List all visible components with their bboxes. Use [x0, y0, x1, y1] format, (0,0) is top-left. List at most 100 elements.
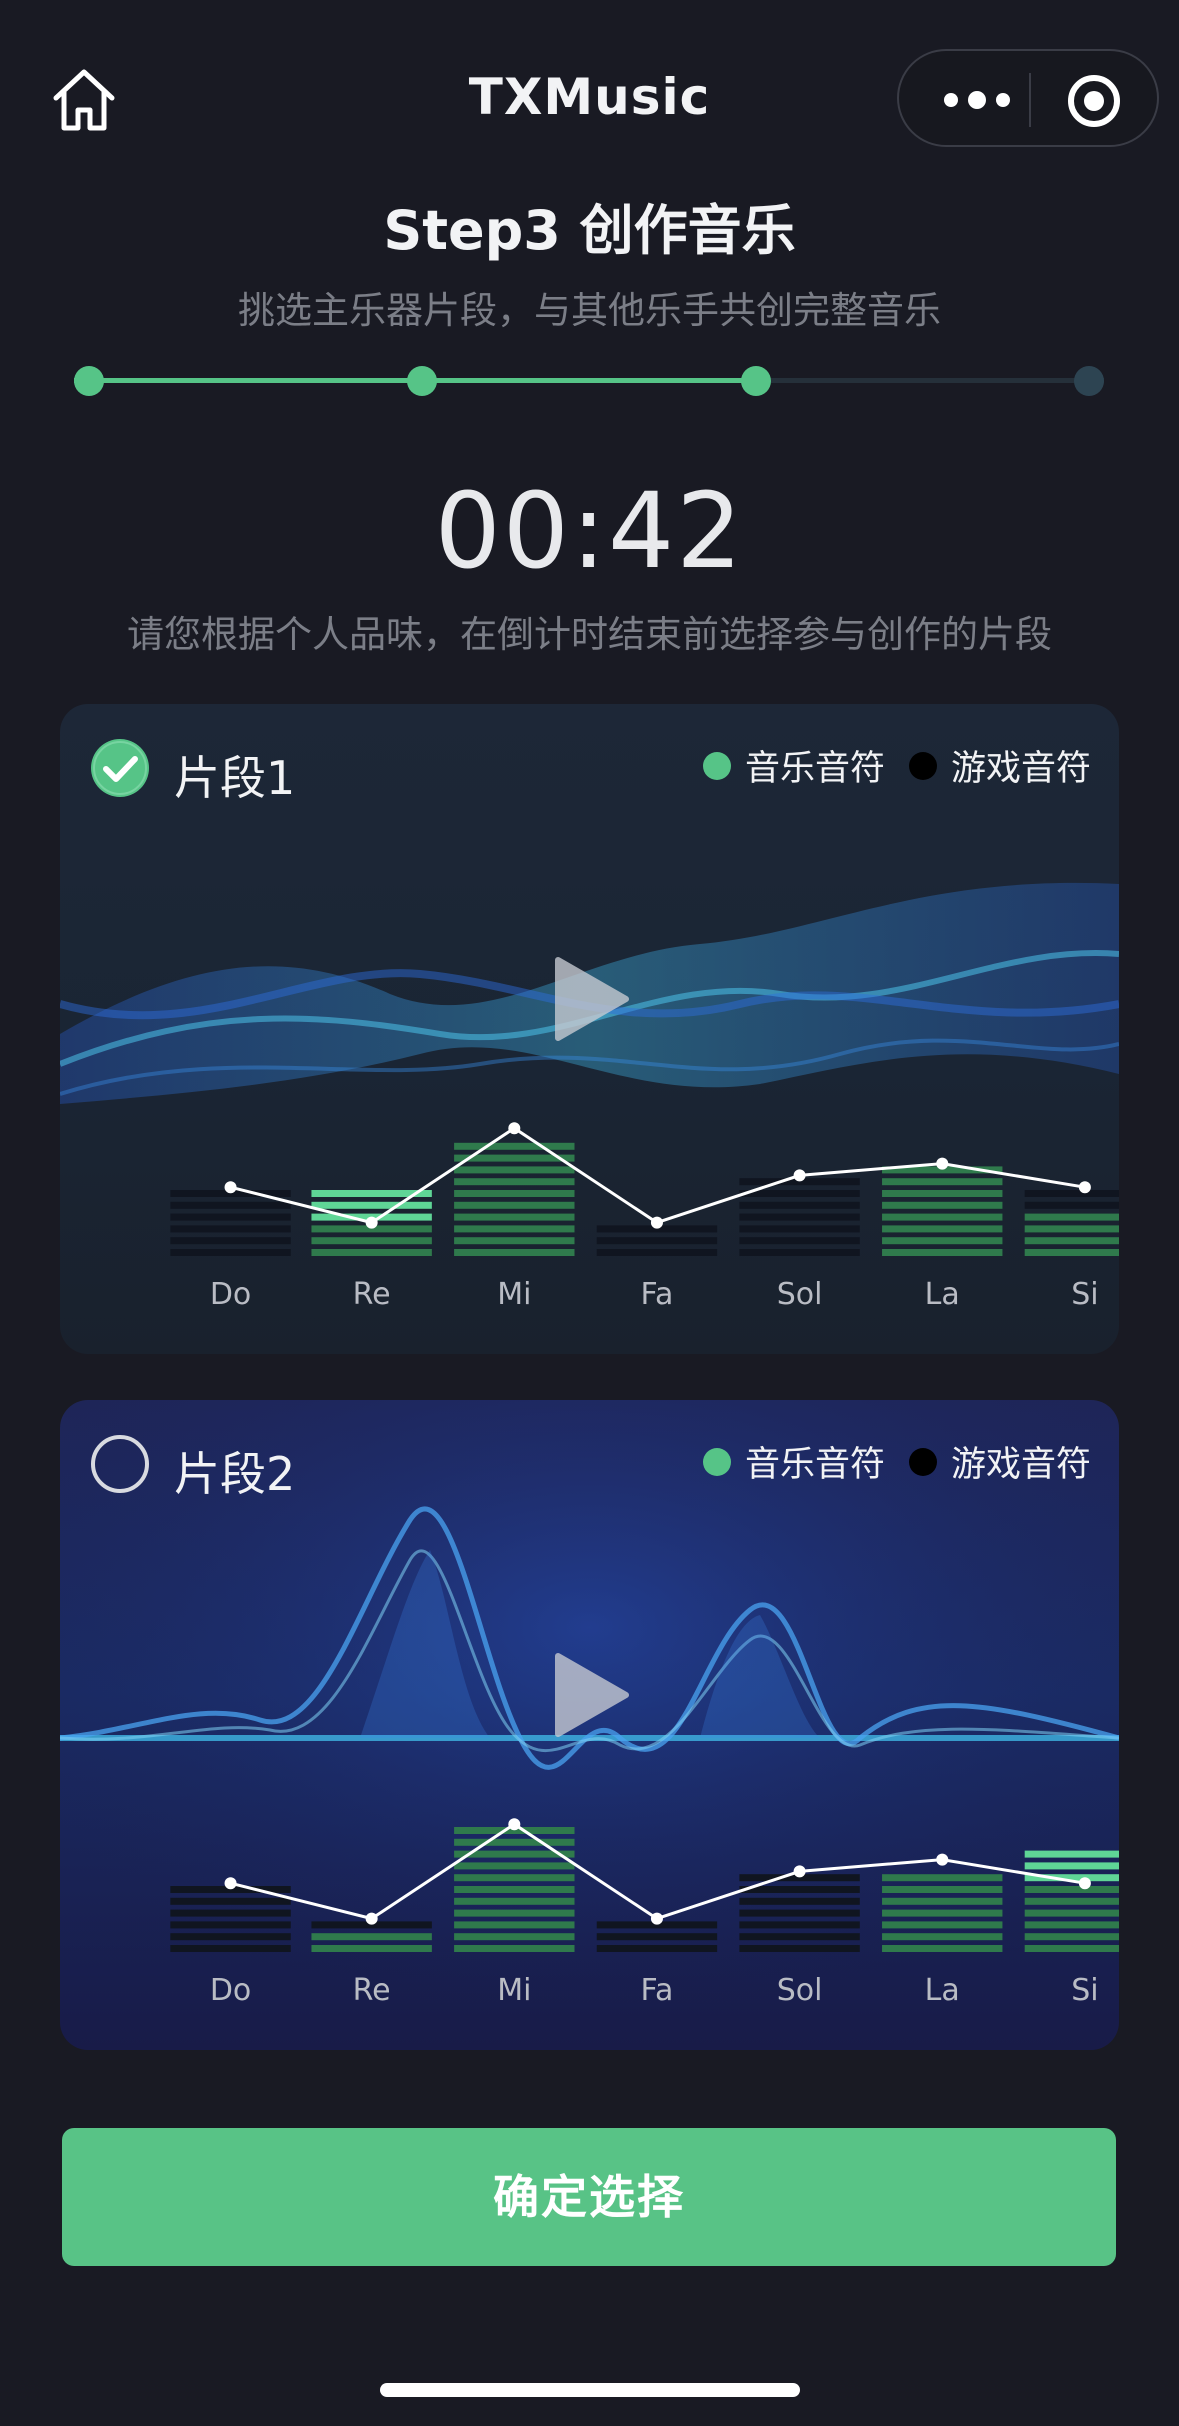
note-label: Re: [353, 1277, 391, 1312]
countdown-timer: 00:42: [434, 470, 745, 592]
home-indicator: [380, 2383, 800, 2397]
music-note-bar: [311, 1249, 432, 1256]
legend-music-note: 音乐音符: [744, 749, 885, 789]
music-note-bar: [882, 1213, 1003, 1221]
game-note-bar: [739, 1897, 860, 1905]
check-circle-icon[interactable]: [90, 738, 150, 798]
game-note-bar: [170, 1225, 291, 1233]
melody-point: [936, 1157, 949, 1170]
game-note-bar: [596, 1933, 718, 1941]
melody-point: [508, 1122, 521, 1135]
music-note-bar: [1024, 1909, 1119, 1917]
step-subtitle: 挑选主乐器片段，与其他乐手共创完整音乐: [238, 289, 941, 332]
game-note-bar: [170, 1897, 291, 1905]
music-note-bar: [882, 1897, 1003, 1905]
play-icon[interactable]: [552, 954, 632, 1044]
melody-point: [1078, 1877, 1091, 1890]
music-note-bar: [454, 1237, 575, 1245]
game-note-bar: [739, 1945, 860, 1952]
music-note-bar: [454, 1142, 575, 1150]
note-label: Si: [1071, 1973, 1098, 2008]
mini-program-capsule: [897, 49, 1159, 147]
music-note-bar: [454, 1909, 575, 1917]
game-note-bar: [596, 1945, 718, 1952]
game-note-bar: [170, 1237, 291, 1245]
music-note-bar: [454, 1838, 575, 1846]
play-icon[interactable]: [552, 1650, 632, 1740]
segment-name: 片段1: [174, 751, 296, 805]
segment-card-1[interactable]: Do Re Mi Fa Sol La Si 片段1 音乐音符 游戏音符: [60, 704, 1119, 1354]
target-icon[interactable]: [1066, 73, 1122, 129]
music-note-bar: [454, 1190, 575, 1197]
step-progress: [74, 366, 1104, 396]
game-note-bar: [170, 1201, 291, 1209]
step-title: Step3 创作音乐: [383, 199, 796, 262]
melody-point: [936, 1853, 949, 1866]
more-dots-icon[interactable]: [937, 85, 1017, 115]
game-note-bar: [739, 1933, 860, 1941]
note-label: La: [925, 1973, 960, 2008]
segment-name: 片段2: [174, 1447, 296, 1501]
music-note-bar: [1024, 1213, 1119, 1221]
legend-game-note: 游戏音符: [950, 749, 1091, 789]
note-label: Re: [353, 1973, 391, 2008]
music-note-bar: [454, 1213, 575, 1221]
music-note-bar: [882, 1178, 1003, 1186]
note-label: Mi: [497, 1973, 531, 2008]
game-note-bar: [1024, 1201, 1119, 1209]
music-note-bar: [454, 1178, 575, 1186]
music-note-bar: [454, 1201, 575, 1209]
note-label: Sol: [777, 1973, 823, 2008]
melody-point: [365, 1912, 378, 1925]
game-note-bar: [596, 1237, 718, 1245]
note-label: Fa: [641, 1973, 674, 2008]
music-note-bar: [311, 1933, 432, 1941]
music-note-bar: [882, 1909, 1003, 1917]
game-note-bar: [739, 1237, 860, 1245]
note-label: La: [925, 1277, 960, 1312]
melody-point: [793, 1169, 806, 1182]
music-note-dot: [702, 751, 731, 780]
game-note-bar: [170, 1933, 291, 1941]
music-note-bar: [311, 1201, 432, 1209]
game-note-bar: [170, 1945, 291, 1952]
progress-step-dot: [74, 366, 104, 396]
music-note-bar: [454, 1166, 575, 1174]
music-note-bar: [454, 1249, 575, 1256]
music-note-bar: [454, 1225, 575, 1233]
unchecked-circle-icon[interactable]: [90, 1434, 150, 1494]
music-note-bar: [882, 1886, 1003, 1893]
music-note-bar: [1024, 1921, 1119, 1929]
game-note-bar: [739, 1909, 860, 1917]
music-note-bar: [882, 1249, 1003, 1256]
game-note-bar: [739, 1201, 860, 1209]
music-note-bar: [1024, 1237, 1119, 1245]
music-note-bar: [882, 1201, 1003, 1209]
legend-game-note: 游戏音符: [950, 1445, 1091, 1485]
music-note-bar: [1024, 1850, 1119, 1858]
progress-step-dot: [1074, 366, 1104, 396]
music-note-bar: [311, 1945, 432, 1952]
game-note-dot: [908, 1447, 937, 1476]
page: TXMusic Step3 创作音乐 挑选主乐器片段，与其他乐手共创完整音乐 0…: [0, 0, 1179, 2426]
music-note-bar: [454, 1933, 575, 1941]
note-label: Si: [1071, 1277, 1098, 1312]
game-note-bar: [739, 1225, 860, 1233]
legend-music-note: 音乐音符: [744, 1445, 885, 1485]
game-note-bar: [739, 1190, 860, 1197]
music-note-bar: [1024, 1225, 1119, 1233]
confirm-button[interactable]: 确定选择: [62, 2128, 1116, 2266]
melody-point: [224, 1877, 237, 1890]
game-note-bar: [739, 1249, 860, 1256]
capsule-divider: [1029, 73, 1031, 127]
note-label: Do: [210, 1973, 251, 2008]
melody-point: [793, 1865, 806, 1878]
music-note-bar: [454, 1897, 575, 1905]
music-note-bar: [1024, 1862, 1119, 1870]
note-label: Fa: [641, 1277, 674, 1312]
chart-legend: 音乐音符 游戏音符: [702, 1436, 1091, 1487]
game-note-bar: [596, 1249, 718, 1256]
chart-legend: 音乐音符 游戏音符: [702, 740, 1091, 791]
segment-card-2[interactable]: Do Re Mi Fa Sol La Si 片段2 音乐音符 游戏音符: [60, 1400, 1119, 2050]
music-note-bar: [311, 1237, 432, 1245]
